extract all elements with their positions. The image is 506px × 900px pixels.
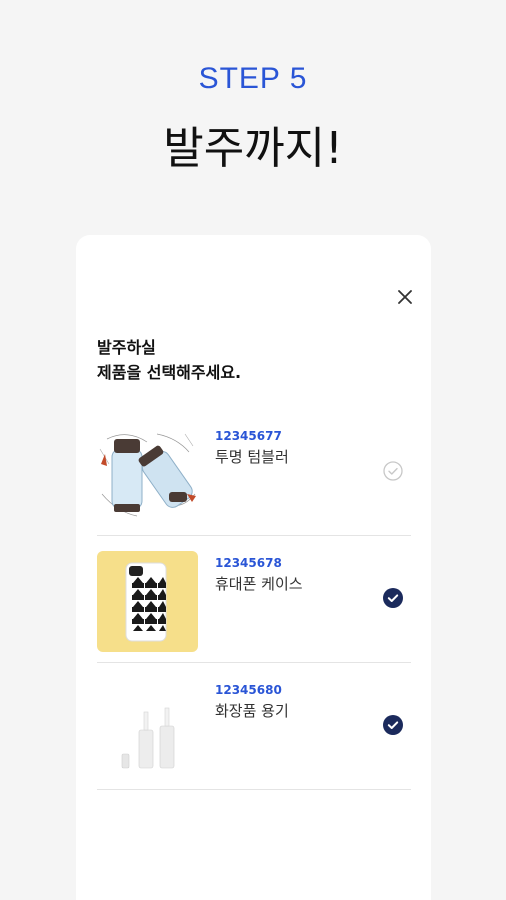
product-code: 12345677 bbox=[215, 429, 282, 443]
check-circle-outline-icon bbox=[383, 461, 403, 481]
prompt-line-2: 제품을 선택해주세요. bbox=[97, 363, 242, 382]
close-button[interactable] bbox=[395, 287, 415, 307]
product-select-card: 발주하실 제품을 선택해주세요. 12345677 투명 텀블러 1234567… bbox=[76, 235, 431, 900]
check-button-unselected[interactable] bbox=[383, 461, 403, 481]
check-circle-filled-icon bbox=[383, 588, 403, 608]
check-circle-filled-icon bbox=[383, 715, 403, 735]
check-button-selected[interactable] bbox=[383, 715, 403, 735]
product-list: 12345677 투명 텀블러 12345678 휴대폰 케이스 1234568… bbox=[97, 409, 411, 790]
list-item[interactable]: 12345678 휴대폰 케이스 bbox=[97, 536, 411, 663]
tumbler-image bbox=[97, 424, 198, 525]
page-title: 발주까지! bbox=[163, 123, 343, 174]
list-item[interactable]: 12345680 화장품 용기 bbox=[97, 663, 411, 790]
step-label: STEP 5 bbox=[198, 62, 308, 95]
product-code: 12345678 bbox=[215, 556, 282, 570]
list-item[interactable]: 12345677 투명 텀블러 bbox=[97, 409, 411, 536]
product-code: 12345680 bbox=[215, 683, 282, 697]
product-name: 화장품 용기 bbox=[215, 702, 289, 720]
product-name: 투명 텀블러 bbox=[215, 448, 289, 466]
product-name: 휴대폰 케이스 bbox=[215, 575, 303, 593]
close-icon bbox=[398, 290, 412, 304]
phone-case-image bbox=[97, 551, 198, 652]
check-button-selected[interactable] bbox=[383, 588, 403, 608]
prompt-line-1: 발주하실 bbox=[97, 338, 156, 357]
select-prompt: 발주하실 제품을 선택해주세요. bbox=[97, 335, 241, 385]
cosmetic-container-image bbox=[97, 678, 198, 779]
